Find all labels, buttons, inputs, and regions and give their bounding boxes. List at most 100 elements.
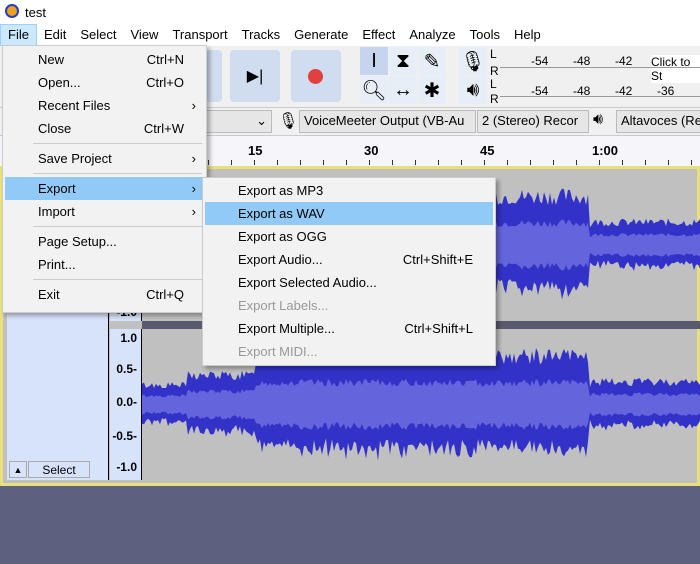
title-bar: test [0,0,700,24]
ruler-label: 15 [248,143,263,158]
menu-transport[interactable]: Transport [165,24,234,46]
output-device-label: Altavoces (Rea [621,113,700,128]
zoom-tool-icon[interactable]: 🔍︎ [360,76,388,104]
envelope-tool-icon[interactable]: ⧗ [389,47,417,75]
ruler-tick [369,160,370,165]
output-device-select[interactable]: Altavoces (Rea [616,110,700,133]
menu-item-label: Import [38,204,75,219]
menu-item-label: Export Selected Audio... [238,275,377,290]
scale-label: 0.5- [116,362,137,376]
menu-item-new[interactable]: New Ctrl+N [5,48,204,71]
play-button[interactable] [206,50,222,102]
speaker-icon[interactable]: 🔊︎ [459,76,487,104]
menu-analyze[interactable]: Analyze [402,24,462,46]
collapse-track-button[interactable]: ▲ [9,461,27,478]
chevron-right-icon: › [191,181,196,196]
ruler-tick [323,160,324,165]
microphone-icon[interactable]: 🎙︎ [459,47,487,75]
menu-help[interactable]: Help [507,24,548,46]
menu-item-label: Export as OGG [238,229,327,244]
chevron-right-icon: › [191,204,196,219]
ruler-tick [254,160,255,165]
menu-item-export-labels: Export Labels... [205,294,493,317]
menu-item-export-as-mp3[interactable]: Export as MP3 [205,179,493,202]
menu-item-label: Export as MP3 [238,183,324,198]
menu-item-export-audio[interactable]: Export Audio... Ctrl+Shift+E [205,248,493,271]
channel-label: L [490,77,497,91]
ruler-label: 1:00 [592,143,619,158]
menu-item-label: Export Multiple... [238,321,335,336]
timeshift-tool-icon[interactable]: ↔ [389,76,417,104]
ruler-tick [461,160,462,165]
shortcut-label: Ctrl+O [146,75,184,90]
selection-tool-icon[interactable]: I [360,47,388,75]
menu-item-save-project[interactable]: Save Project › [5,147,204,170]
chevron-right-icon: › [191,151,196,166]
menu-effect[interactable]: Effect [355,24,402,46]
menu-tracks[interactable]: Tracks [235,24,288,46]
ruler-tick [576,160,577,165]
file-menu: New Ctrl+N Open... Ctrl+O Recent Files › Close… [2,45,207,313]
record-button[interactable] [291,50,341,102]
app-logo-icon [5,4,19,18]
skip-to-end-button[interactable]: ▶| [230,50,280,102]
multi-tool-icon[interactable]: ✱ [418,76,446,104]
menu-item-export[interactable]: Export › [5,177,204,200]
menu-item-label: Open... [38,75,81,90]
channels-select[interactable]: 2 (Stereo) Recor [477,110,589,133]
menu-item-label: Close [38,121,72,136]
export-submenu: Export as MP3 Export as WAV Export as OGG E… [202,177,496,366]
ruler-tick [415,160,416,165]
level-meters[interactable]: L R L R -54 -48 -42 Click to St -54 -48 -42 -36 [488,46,700,106]
ruler-tick [668,160,669,165]
meter-tick: -42 [615,54,633,68]
ruler-label: 30 [364,143,379,158]
menu-item-recent-files[interactable]: Recent Files › [5,94,204,117]
record-icon [308,69,323,84]
menu-item-label: Save Project [38,151,112,166]
menu-view[interactable]: View [124,24,166,46]
meter-hint: Click to St [651,55,700,83]
ruler-tick [507,160,508,165]
menu-item-export-as-wav[interactable]: Export as WAV [205,202,493,225]
menu-item-exit[interactable]: Exit Ctrl+Q [5,283,204,306]
meter-tick: -48 [573,54,591,68]
menu-edit[interactable]: Edit [37,24,73,46]
draw-tool-icon[interactable]: ✎ [418,47,446,75]
shortcut-label: Ctrl+Q [146,287,184,302]
channel-label: R [490,64,499,78]
ruler-tick [484,160,485,165]
menu-tools[interactable]: Tools [463,24,507,46]
menu-separator [33,279,202,280]
menu-select[interactable]: Select [73,24,123,46]
ruler-tick [392,160,393,165]
meter-line [500,96,700,97]
menu-item-print[interactable]: Print... [5,253,204,276]
menu-item-page-setup[interactable]: Page Setup... [5,230,204,253]
menu-file[interactable]: File [0,24,37,46]
menu-separator [33,173,202,174]
shortcut-label: Ctrl+Shift+E [402,252,473,267]
menu-item-close[interactable]: Close Ctrl+W [5,117,204,140]
menu-item-export-as-ogg[interactable]: Export as OGG [205,225,493,248]
menu-item-label: Exit [38,287,60,302]
menu-item-label: Export Audio... [238,252,323,267]
menu-item-label: Page Setup... [38,234,117,249]
select-track-button[interactable]: Select [28,461,90,478]
channel-label: L [490,47,497,61]
menu-item-import[interactable]: Import › [5,200,204,223]
menu-item-open[interactable]: Open... Ctrl+O [5,71,204,94]
scale-label: -1.0 [116,460,137,474]
menu-bar: File Edit Select View Transport Tracks Generat… [0,24,700,46]
ruler-tick [622,160,623,165]
shortcut-label: Ctrl+Shift+L [404,321,473,336]
host-select[interactable]: ⌄ [200,110,272,133]
input-device-select[interactable]: VoiceMeeter Output (VB-Au [299,110,476,133]
menu-item-export-midi: Export MIDI... [205,340,493,363]
menu-item-export-selected-audio[interactable]: Export Selected Audio... [205,271,493,294]
window-title: test [25,5,46,20]
menu-generate[interactable]: Generate [287,24,355,46]
shortcut-label: Ctrl+N [146,52,184,67]
ruler-tick [530,160,531,165]
menu-item-export-multiple[interactable]: Export Multiple... Ctrl+Shift+L [205,317,493,340]
